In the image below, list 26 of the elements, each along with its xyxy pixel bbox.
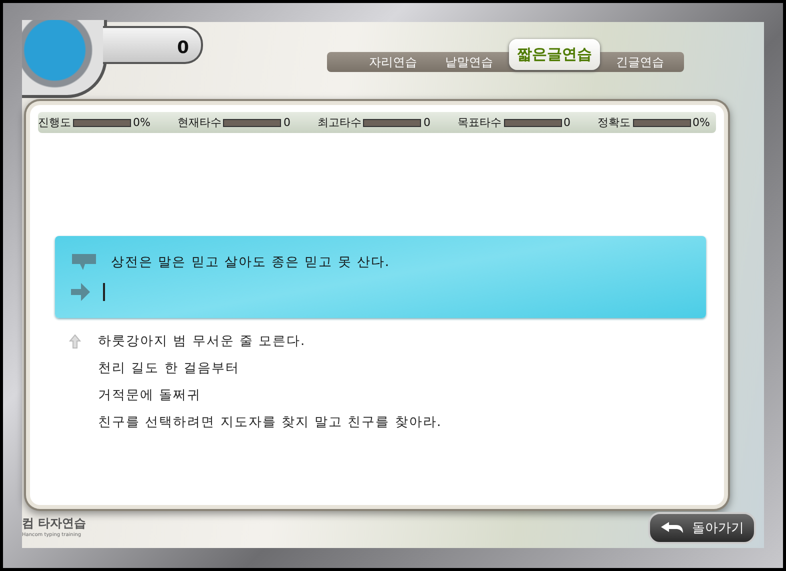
score-display: 0	[103, 26, 203, 64]
tab[interactable]: 자리연습	[357, 52, 429, 72]
stat-label: 정확도	[598, 115, 631, 130]
stat-value: 0	[564, 116, 570, 129]
upcoming-sentence: 친구를 선택하려면 지도자를 찾지 말고 친구를 찾아라.	[98, 414, 442, 431]
stat-label: 현재타수	[177, 115, 222, 130]
back-button[interactable]: 돌아가기	[648, 512, 756, 544]
stat-value: 0	[423, 116, 430, 129]
tab[interactable]: 낱말연습	[433, 52, 505, 72]
target-sentence: 상전은 말은 믿고 살아도 종은 믿고 못 산다.	[111, 254, 390, 271]
upcoming-sentence: 하룻강아지 범 무서운 줄 모른다.	[98, 333, 306, 350]
tab[interactable]: 짧은글연습	[509, 38, 600, 70]
upcoming-sentence: 천리 길도 한 걸음부터	[98, 360, 240, 377]
stat-value: 0%	[133, 116, 150, 129]
stat-label: 진행도	[38, 115, 71, 130]
arrow-right-icon	[69, 282, 91, 302]
stat-label: 목표타수	[458, 115, 502, 130]
return-arrow-icon	[660, 521, 684, 535]
tab[interactable]: 긴글연습	[604, 52, 676, 72]
stat-value: 0	[283, 116, 290, 129]
stat-label: 최고타수	[317, 115, 362, 130]
speech-bubble-icon	[69, 252, 99, 272]
logo-title: 컴 타자연습	[22, 515, 86, 532]
upcoming-sentence: 거적문에 돌쩌귀	[98, 387, 202, 404]
arrow-up-icon	[69, 334, 81, 348]
stat-value: 0%	[692, 116, 710, 129]
